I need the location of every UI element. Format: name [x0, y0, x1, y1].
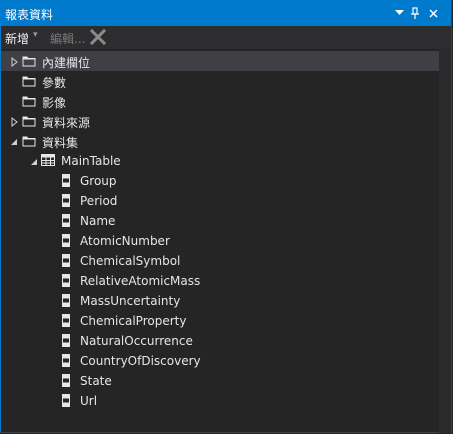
folder-icon — [22, 74, 36, 90]
triangle-expanded-icon[interactable] — [29, 156, 39, 166]
field-icon — [62, 174, 70, 190]
field-icon — [62, 274, 70, 290]
tree-item-label: 資料來源 — [42, 116, 91, 130]
tree-item-field[interactable]: Name — [1, 211, 439, 231]
vertical-scrollbar[interactable] — [439, 49, 451, 433]
report-data-panel: 報表資料 新增 ▾ 編輯... 內建欄位 參數 影像 資料來源 資料集 Main… — [0, 0, 452, 433]
tree-item-field[interactable]: State — [1, 371, 439, 391]
tree-item-field[interactable]: Group — [1, 171, 439, 191]
triangle-collapsed-icon[interactable] — [10, 56, 20, 68]
field-label: ChemicalProperty — [80, 314, 187, 328]
field-icon — [62, 254, 70, 270]
window-position-dropdown-icon[interactable] — [391, 4, 407, 22]
toolbar: 新增 ▾ 編輯... — [1, 26, 451, 49]
field-icon — [62, 374, 70, 390]
tree-item-field[interactable]: AtomicNumber — [1, 231, 439, 251]
field-label: Group — [80, 174, 117, 188]
tree-item-field[interactable]: NaturalOccurrence — [1, 331, 439, 351]
triangle-expanded-icon[interactable] — [9, 136, 19, 146]
field-icon — [62, 314, 70, 330]
tree-item-main-table[interactable]: MainTable — [1, 151, 439, 171]
field-icon — [62, 194, 70, 210]
tree-item-label: 資料集 — [42, 136, 79, 150]
field-icon — [62, 354, 70, 370]
field-label: RelativeAtomicMass — [80, 274, 201, 288]
field-label: CountryOfDiscovery — [80, 354, 201, 368]
panel-title: 報表資料 — [5, 8, 54, 22]
field-label: State — [80, 374, 112, 388]
new-button[interactable]: 新增 — [5, 30, 29, 47]
tree-item-label: MainTable — [61, 154, 121, 168]
tree-item-field[interactable]: ChemicalSymbol — [1, 251, 439, 271]
tree-item-label: 參數 — [42, 76, 67, 90]
tree-item-images[interactable]: 影像 — [1, 91, 439, 111]
field-label: Period — [80, 194, 118, 208]
field-icon — [62, 234, 70, 250]
tree-item-field[interactable]: CountryOfDiscovery — [1, 351, 439, 371]
folder-icon — [22, 54, 36, 70]
field-label: Url — [80, 394, 98, 408]
tree-item-label: 影像 — [42, 96, 67, 110]
field-label: ChemicalSymbol — [80, 254, 181, 268]
field-icon — [62, 294, 70, 310]
tree-item-field[interactable]: Url — [1, 391, 439, 411]
tree-item-data-sources[interactable]: 資料來源 — [1, 111, 439, 131]
triangle-collapsed-icon[interactable] — [10, 116, 20, 128]
tree-item-field[interactable]: Period — [1, 191, 439, 211]
field-icon — [62, 334, 70, 350]
tree-item-field[interactable]: RelativeAtomicMass — [1, 271, 439, 291]
field-icon — [62, 214, 70, 230]
field-label: Name — [80, 214, 116, 228]
pin-icon[interactable] — [407, 4, 423, 22]
tree-item-datasets[interactable]: 資料集 — [1, 131, 439, 151]
panel-title-bar[interactable]: 報表資料 — [1, 1, 451, 26]
folder-icon — [22, 134, 36, 150]
field-label: AtomicNumber — [80, 234, 170, 248]
edit-button[interactable]: 編輯... — [50, 30, 85, 47]
field-label: MassUncertainty — [80, 294, 181, 308]
table-icon — [41, 154, 55, 169]
tree-item-field[interactable]: MassUncertainty — [1, 291, 439, 311]
tree-item-parameters[interactable]: 參數 — [1, 71, 439, 91]
folder-icon — [22, 114, 36, 130]
close-icon[interactable] — [425, 4, 441, 22]
field-label: NaturalOccurrence — [80, 334, 193, 348]
tree-item-label: 內建欄位 — [42, 56, 91, 70]
delete-icon[interactable] — [89, 28, 107, 46]
new-dropdown-icon[interactable]: ▾ — [33, 30, 38, 40]
tree-item-field[interactable]: ChemicalProperty — [1, 311, 439, 331]
field-icon — [62, 394, 70, 410]
tree-item-builtin-fields[interactable]: 內建欄位 — [1, 51, 439, 71]
folder-icon — [22, 94, 36, 110]
